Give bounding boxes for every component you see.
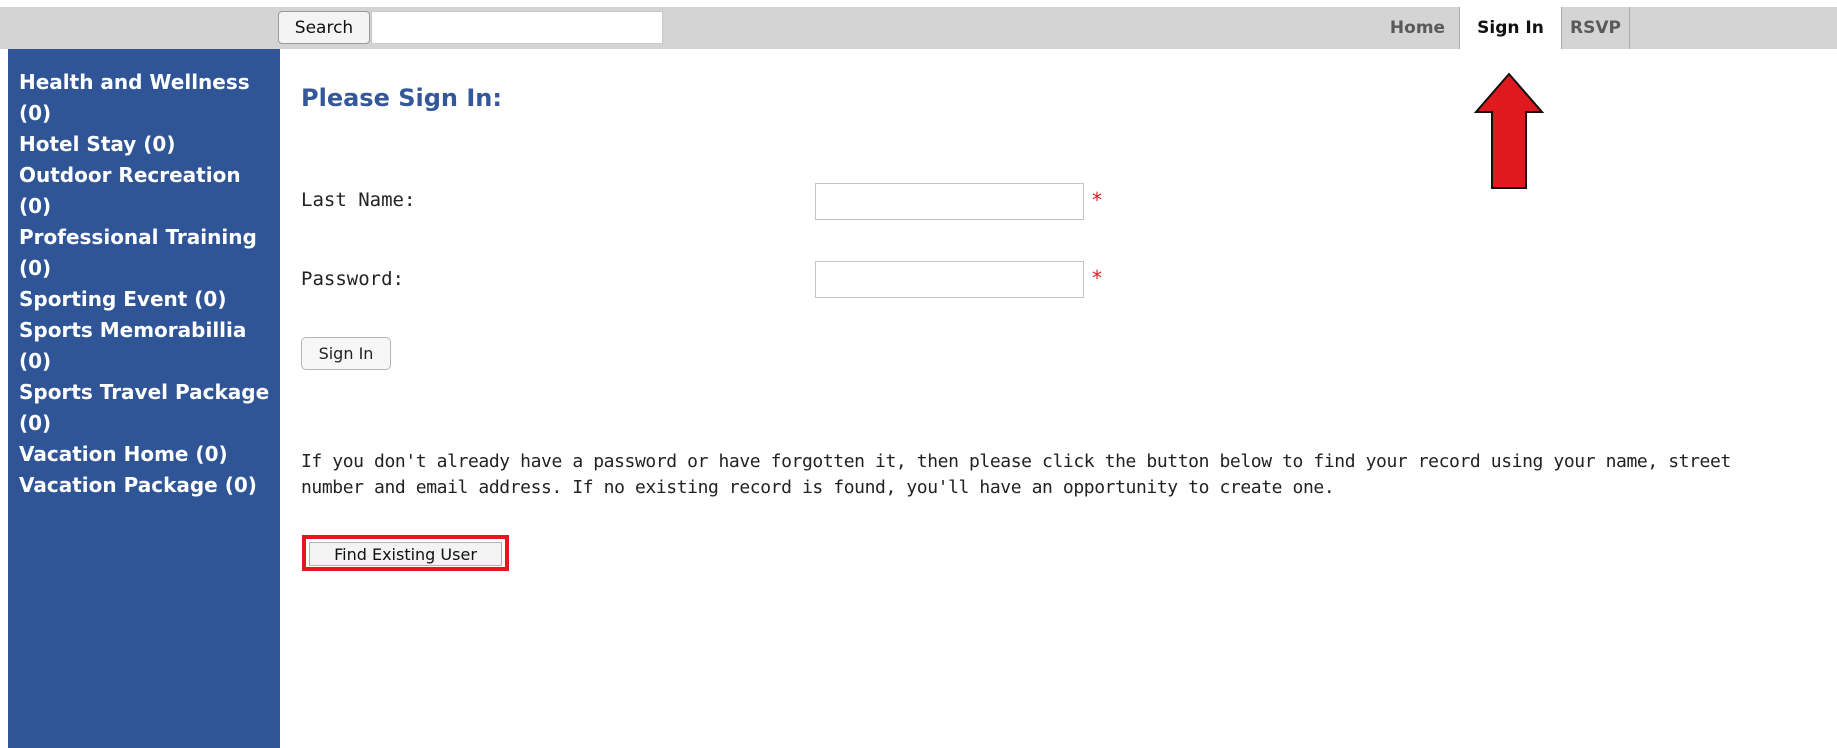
main-nav: Home Sign In RSVP bbox=[1376, 7, 1630, 49]
nav-rsvp[interactable]: RSVP bbox=[1562, 7, 1630, 49]
password-label: Password: bbox=[301, 268, 404, 290]
sidebar-item-sporting-event[interactable]: Sporting Event (0) bbox=[19, 284, 270, 315]
sidebar-item-hotel-stay[interactable]: Hotel Stay (0) bbox=[19, 129, 270, 160]
sidebar-item-sports-travel-package[interactable]: Sports Travel Package (0) bbox=[19, 377, 270, 439]
sidebar-item-professional-training[interactable]: Professional Training (0) bbox=[19, 222, 270, 284]
sidebar-item-label: Health and Wellness (0) bbox=[19, 70, 250, 125]
last-name-field[interactable] bbox=[815, 183, 1084, 220]
sidebar-item-label: Vacation Home (0) bbox=[19, 442, 228, 466]
sidebar-item-label: Professional Training (0) bbox=[19, 225, 257, 280]
sidebar-item-sports-memorabillia[interactable]: Sports Memorabillia (0) bbox=[19, 315, 270, 377]
up-arrow-icon bbox=[1474, 72, 1544, 189]
sidebar-item-vacation-package[interactable]: Vacation Package (0) bbox=[19, 470, 270, 501]
nav-home[interactable]: Home bbox=[1376, 7, 1459, 49]
sidebar-item-outdoor-recreation[interactable]: Outdoor Recreation (0) bbox=[19, 160, 270, 222]
password-field[interactable] bbox=[815, 261, 1084, 298]
page-title: Please Sign In: bbox=[301, 84, 502, 112]
search-button[interactable]: Search bbox=[278, 11, 370, 44]
last-name-label: Last Name: bbox=[301, 189, 416, 211]
sidebar-item-label: Outdoor Recreation (0) bbox=[19, 163, 241, 218]
sidebar-item-health-and-wellness[interactable]: Health and Wellness (0) bbox=[19, 67, 270, 129]
top-bar: Search Home Sign In RSVP bbox=[0, 7, 1837, 49]
sidebar-item-vacation-home[interactable]: Vacation Home (0) bbox=[19, 439, 270, 470]
sidebar-item-label: Hotel Stay (0) bbox=[19, 132, 176, 156]
category-sidebar: Health and Wellness (0) Hotel Stay (0) O… bbox=[8, 49, 280, 748]
nav-sign-in[interactable]: Sign In bbox=[1459, 7, 1562, 49]
highlight-box: Find Existing User bbox=[302, 535, 509, 571]
find-existing-user-button[interactable]: Find Existing User bbox=[309, 542, 502, 566]
sidebar-item-label: Vacation Package (0) bbox=[19, 473, 257, 497]
sidebar-item-label: Sports Travel Package (0) bbox=[19, 380, 270, 435]
help-text: If you don't already have a password or … bbox=[301, 451, 1731, 498]
sign-in-button[interactable]: Sign In bbox=[301, 337, 391, 370]
sidebar-item-label: Sporting Event (0) bbox=[19, 287, 227, 311]
sidebar-item-label: Sports Memorabillia (0) bbox=[19, 318, 247, 373]
required-marker: * bbox=[1092, 266, 1102, 290]
required-marker: * bbox=[1092, 188, 1102, 212]
search-input[interactable] bbox=[371, 11, 663, 44]
